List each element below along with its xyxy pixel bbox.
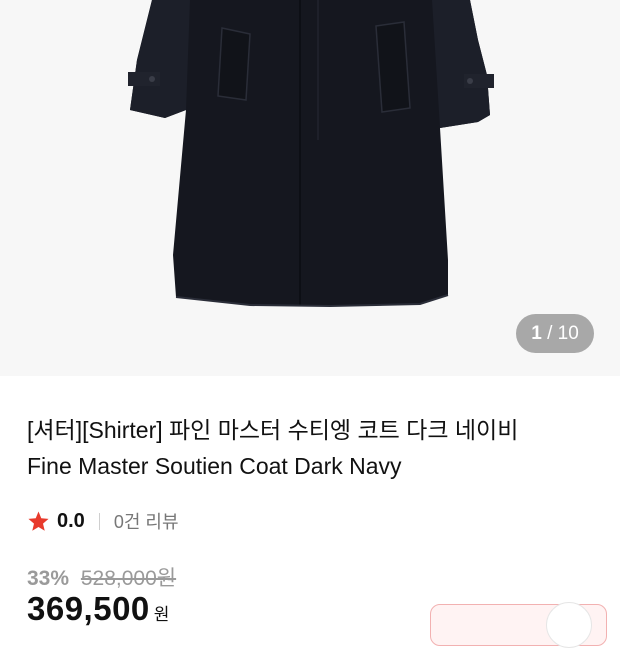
image-counter-separator: / [541, 323, 558, 344]
currency-unit: 원 [153, 605, 170, 624]
product-image[interactable]: 1 / 10 [0, 0, 620, 376]
discount-row: 33% 528,000원 [27, 562, 176, 592]
product-title-korean: [셔터][Shirter] 파인 마스터 수티엥 코트 다크 네이비 [27, 417, 519, 443]
original-price: 528,000원 [80, 567, 177, 590]
star-icon [28, 510, 49, 531]
coupon-download-circle[interactable] [546, 602, 592, 648]
image-counter-total: 10 [557, 323, 579, 344]
product-title-english: Fine Master Soutien Coat Dark Navy [27, 453, 402, 479]
image-counter-current: 1 [531, 323, 542, 344]
price-row: 369,500 원 [27, 590, 169, 628]
rating-divider [98, 512, 100, 530]
rating-row[interactable]: 0.0 0건 리뷰 [27, 507, 179, 535]
review-count-link[interactable]: 0건 리뷰 [114, 508, 179, 534]
image-counter: 1 / 10 [516, 314, 594, 353]
discount-rate: 33% [27, 567, 70, 590]
rating-score: 0.0 [57, 509, 85, 532]
sale-price: 369,500 [27, 590, 150, 627]
